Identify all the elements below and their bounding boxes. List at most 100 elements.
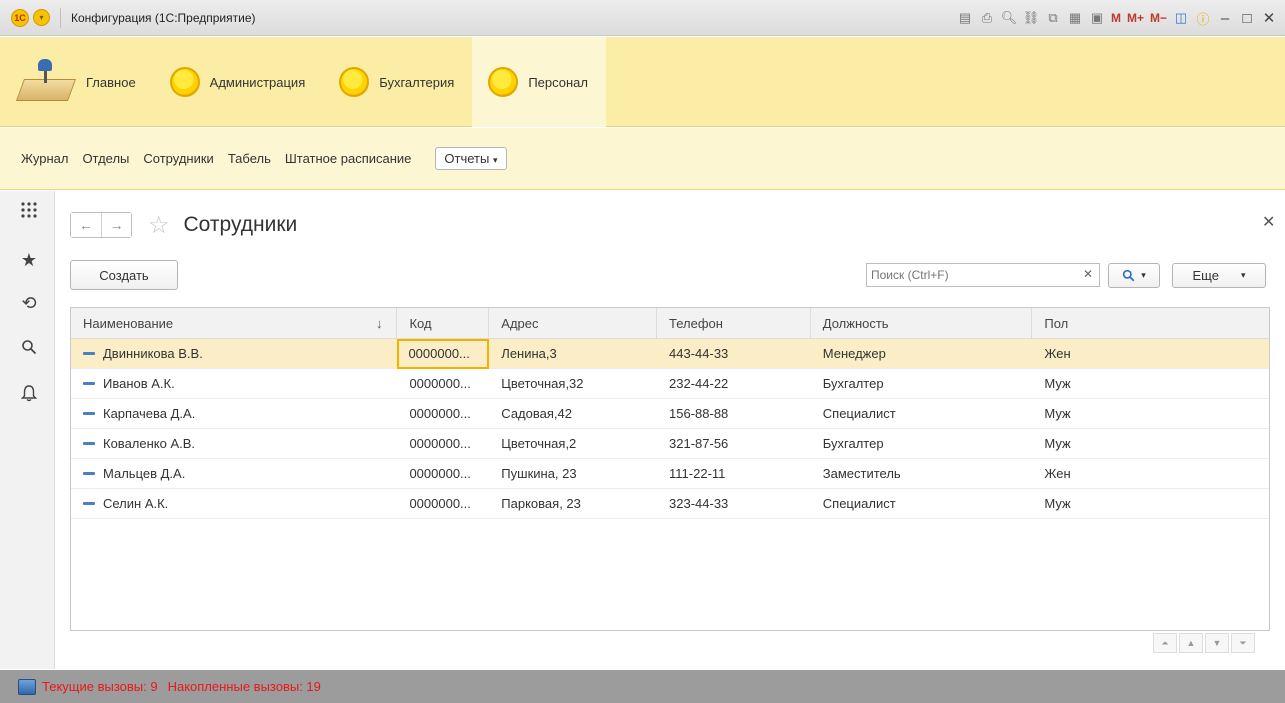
reports-dropdown-button[interactable]: Отчеты ▾: [435, 147, 507, 170]
search-options-button[interactable]: ▾: [1108, 263, 1160, 288]
cell-address: Садовая,42: [501, 406, 572, 421]
left-toolbar: ★ ⟲: [0, 191, 55, 669]
info-icon[interactable]: ⓘ: [1195, 10, 1211, 27]
favorite-star-icon[interactable]: ☆: [148, 211, 170, 240]
column-header-name[interactable]: Наименование ↓: [71, 308, 398, 339]
table-row[interactable]: Двинникова В.В. 0000000... Ленина,3 443-…: [71, 339, 1269, 369]
table-header: Наименование ↓ Код Адрес Телефон Должност…: [71, 308, 1269, 339]
window-title: Конфигурация (1С:Предприятие): [71, 10, 256, 25]
bell-icon[interactable]: [20, 384, 38, 402]
accumulated-calls-text: Накопленные вызовы: 19: [167, 679, 321, 694]
preview-icon[interactable]: 🔍︎: [1001, 10, 1018, 26]
section-label: Персонал: [528, 74, 589, 90]
window-titlebar: 1С ▾ Конфигурация (1С:Предприятие) ▤ ⎙ 🔍…: [0, 0, 1285, 36]
employees-table: Наименование ↓ Код Адрес Телефон Должност…: [70, 307, 1270, 631]
column-header-position[interactable]: Должность: [811, 308, 1033, 339]
section-personnel[interactable]: Персонал: [472, 37, 607, 127]
forward-arrow-icon[interactable]: →: [101, 213, 131, 237]
cell-position: Специалист: [822, 496, 896, 511]
last-page-icon[interactable]: ⏷: [1231, 633, 1255, 653]
apps-grid-icon[interactable]: [20, 201, 38, 219]
command-bar: Создать ✕ ▾ Еще ▾: [70, 260, 1270, 290]
function-link-departments[interactable]: Отделы: [82, 151, 129, 166]
close-window-icon[interactable]: ✕: [1261, 10, 1277, 27]
memory-plus-button[interactable]: M+: [1127, 10, 1144, 26]
memory-m-button[interactable]: M: [1111, 10, 1121, 26]
calendar-icon[interactable]: ▣: [1089, 10, 1105, 26]
section-accounting[interactable]: Бухгалтерия: [323, 37, 472, 127]
search-icon[interactable]: [20, 338, 38, 356]
column-header-address[interactable]: Адрес: [489, 308, 658, 339]
page-up-icon[interactable]: ▲: [1179, 633, 1203, 653]
search-icon: [1123, 269, 1135, 282]
panels-icon[interactable]: ◫: [1173, 10, 1189, 26]
function-link-employees[interactable]: Сотрудники: [143, 151, 213, 166]
sun-icon: [488, 67, 519, 97]
function-link-timesheet[interactable]: Табель: [228, 151, 271, 166]
cell-address: Парковая, 23: [501, 496, 581, 511]
cell-address: Цветочная,2: [501, 436, 577, 451]
link-icon[interactable]: ⛓: [1023, 10, 1040, 26]
cell-phone: 232-44-22: [669, 376, 729, 391]
section-label: Бухгалтерия: [379, 74, 455, 90]
function-link-staffing[interactable]: Штатное расписание: [285, 151, 412, 166]
chevron-down-icon: ▾: [1240, 270, 1246, 280]
column-header-code[interactable]: Код: [397, 308, 490, 339]
function-link-journal[interactable]: Журнал: [21, 151, 68, 166]
first-page-icon[interactable]: ⏶: [1153, 633, 1177, 653]
cell-position: Бухгалтер: [822, 376, 884, 391]
column-header-sex[interactable]: Пол: [1032, 308, 1269, 339]
section-administration[interactable]: Администрация: [154, 37, 324, 127]
calculator-icon[interactable]: ▦: [1067, 10, 1083, 26]
cell-code: 0000000...: [409, 376, 471, 391]
maximize-icon[interactable]: □: [1239, 10, 1255, 27]
table-pager: ⏶ ▲ ▼ ⏷: [1153, 633, 1255, 653]
cell-sex: Жен: [1044, 346, 1071, 361]
cell-address: Цветочная,32: [501, 376, 584, 391]
item-marker-icon: [83, 382, 95, 386]
cell-sex: Муж: [1044, 376, 1071, 391]
server-calls-icon[interactable]: [18, 678, 36, 695]
table-row[interactable]: Иванов А.К. 0000000... Цветочная,32 232-…: [71, 369, 1269, 399]
cell-address: Ленина,3: [501, 346, 557, 361]
search-input[interactable]: [871, 268, 1061, 282]
table-row[interactable]: Мальцев Д.А. 0000000... Пушкина, 23 111-…: [71, 459, 1269, 489]
save-icon[interactable]: ▤: [957, 10, 973, 26]
cell-position: Заместитель: [822, 466, 901, 481]
close-form-icon[interactable]: ✕: [1262, 212, 1275, 232]
memory-minus-button[interactable]: M−: [1150, 10, 1167, 26]
cell-sex: Муж: [1044, 496, 1071, 511]
more-actions-button[interactable]: Еще ▾: [1172, 263, 1266, 288]
1c-logo-icon[interactable]: 1С: [11, 8, 29, 27]
history-icon[interactable]: ⟲: [20, 293, 38, 313]
cell-code[interactable]: 0000000...: [397, 339, 490, 369]
clear-search-icon[interactable]: ✕: [1083, 267, 1093, 281]
table-row[interactable]: Карпачева Д.А. 0000000... Садовая,42 156…: [71, 399, 1269, 429]
cell-phone: 323-44-33: [669, 496, 729, 511]
sort-arrow-icon: ↓: [375, 316, 383, 331]
cell-code: 0000000...: [409, 466, 471, 481]
column-header-phone[interactable]: Телефон: [657, 308, 811, 339]
cell-name: Карпачева Д.А.: [103, 406, 196, 421]
section-label: Администрация: [209, 74, 306, 90]
table-row[interactable]: Коваленко А.В. 0000000... Цветочная,2 32…: [71, 429, 1269, 459]
cell-position: Бухгалтер: [822, 436, 884, 451]
section-main[interactable]: Главное: [0, 37, 154, 127]
favorites-star-icon[interactable]: ★: [20, 250, 38, 270]
main-menu-icon[interactable]: ▾: [33, 9, 50, 26]
chevron-down-icon: ▾: [1141, 270, 1146, 280]
item-marker-icon: [83, 472, 95, 476]
cell-address: Пушкина, 23: [501, 466, 577, 481]
reports-label: Отчеты: [444, 151, 490, 166]
print-icon[interactable]: ⎙: [979, 10, 995, 26]
table-row[interactable]: Селин А.К. 0000000... Парковая, 23 323-4…: [71, 489, 1269, 519]
back-arrow-icon[interactable]: ←: [71, 213, 101, 237]
sections-panel: Главное Администрация Бухгалтерия Персон…: [0, 37, 1285, 127]
print-copies-icon[interactable]: ⧉: [1045, 10, 1061, 26]
minimize-icon[interactable]: –: [1217, 10, 1233, 27]
item-marker-icon: [83, 412, 95, 416]
navigation-group: ← →: [70, 212, 132, 238]
create-button[interactable]: Создать: [70, 260, 178, 290]
page-down-icon[interactable]: ▼: [1205, 633, 1229, 653]
chevron-down-icon: ▾: [492, 155, 498, 165]
